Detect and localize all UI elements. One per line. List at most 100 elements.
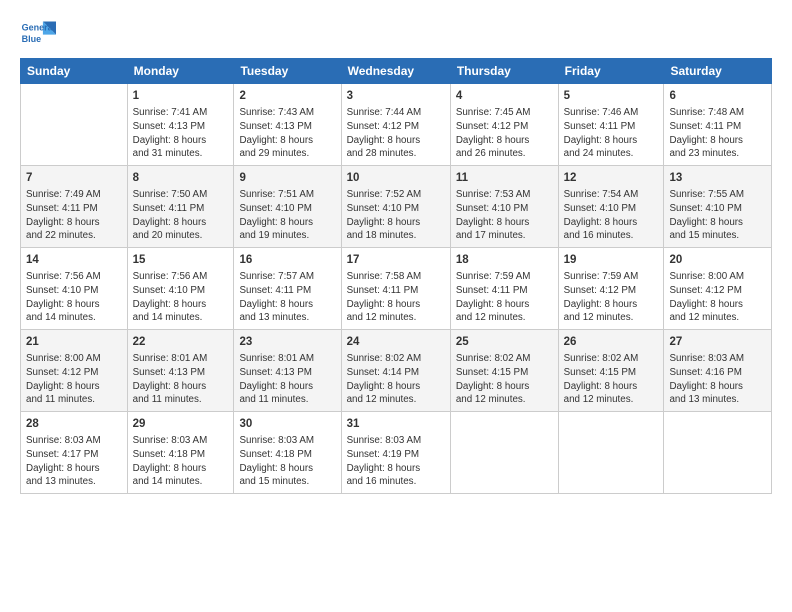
day-detail: Sunset: 4:13 PM (133, 366, 229, 380)
day-detail: Sunset: 4:10 PM (456, 202, 553, 216)
day-detail: Sunrise: 7:52 AM (347, 188, 445, 202)
calendar-cell: 27Sunrise: 8:03 AMSunset: 4:16 PMDayligh… (664, 330, 772, 412)
day-detail: and 26 minutes. (456, 147, 553, 161)
calendar-cell: 19Sunrise: 7:59 AMSunset: 4:12 PMDayligh… (558, 248, 664, 330)
day-detail: Sunrise: 8:03 AM (239, 434, 335, 448)
calendar-cell: 26Sunrise: 8:02 AMSunset: 4:15 PMDayligh… (558, 330, 664, 412)
day-detail: Sunset: 4:16 PM (669, 366, 766, 380)
day-detail: Daylight: 8 hours (669, 298, 766, 312)
day-detail: Daylight: 8 hours (564, 298, 659, 312)
svg-text:General: General (22, 23, 56, 33)
day-detail: Sunrise: 7:59 AM (456, 270, 553, 284)
day-detail: Sunset: 4:12 PM (347, 120, 445, 134)
day-detail: Sunset: 4:19 PM (347, 448, 445, 462)
day-detail: and 12 minutes. (347, 393, 445, 407)
day-number: 8 (133, 170, 229, 186)
day-detail: Sunrise: 7:51 AM (239, 188, 335, 202)
calendar-cell: 11Sunrise: 7:53 AMSunset: 4:10 PMDayligh… (450, 166, 558, 248)
calendar-header: SundayMondayTuesdayWednesdayThursdayFrid… (21, 59, 772, 84)
day-detail: Sunrise: 8:01 AM (133, 352, 229, 366)
day-detail: Sunrise: 8:02 AM (564, 352, 659, 366)
weekday-header-friday: Friday (558, 59, 664, 84)
calendar-cell (558, 412, 664, 494)
day-detail: Sunrise: 7:43 AM (239, 106, 335, 120)
calendar-cell: 23Sunrise: 8:01 AMSunset: 4:13 PMDayligh… (234, 330, 341, 412)
day-detail: Daylight: 8 hours (133, 134, 229, 148)
calendar-cell: 12Sunrise: 7:54 AMSunset: 4:10 PMDayligh… (558, 166, 664, 248)
day-detail: Daylight: 8 hours (239, 298, 335, 312)
day-number: 2 (239, 88, 335, 104)
day-number: 17 (347, 252, 445, 268)
day-detail: Sunset: 4:15 PM (564, 366, 659, 380)
weekday-header-thursday: Thursday (450, 59, 558, 84)
day-detail: Sunrise: 7:58 AM (347, 270, 445, 284)
day-number: 29 (133, 416, 229, 432)
day-number: 11 (456, 170, 553, 186)
day-detail: Daylight: 8 hours (239, 134, 335, 148)
calendar-cell: 30Sunrise: 8:03 AMSunset: 4:18 PMDayligh… (234, 412, 341, 494)
calendar-cell: 25Sunrise: 8:02 AMSunset: 4:15 PMDayligh… (450, 330, 558, 412)
day-detail: Daylight: 8 hours (133, 462, 229, 476)
calendar-cell: 6Sunrise: 7:48 AMSunset: 4:11 PMDaylight… (664, 84, 772, 166)
day-detail: and 31 minutes. (133, 147, 229, 161)
day-detail: and 14 minutes. (133, 311, 229, 325)
day-detail: Sunset: 4:12 PM (26, 366, 122, 380)
day-detail: Daylight: 8 hours (669, 216, 766, 230)
calendar-cell: 15Sunrise: 7:56 AMSunset: 4:10 PMDayligh… (127, 248, 234, 330)
calendar-cell: 14Sunrise: 7:56 AMSunset: 4:10 PMDayligh… (21, 248, 128, 330)
day-detail: and 11 minutes. (133, 393, 229, 407)
day-detail: Daylight: 8 hours (133, 216, 229, 230)
week-row-1: 7Sunrise: 7:49 AMSunset: 4:11 PMDaylight… (21, 166, 772, 248)
day-detail: Sunset: 4:12 PM (456, 120, 553, 134)
calendar-cell (664, 412, 772, 494)
day-detail: Sunrise: 7:49 AM (26, 188, 122, 202)
day-detail: Sunset: 4:10 PM (347, 202, 445, 216)
day-detail: Daylight: 8 hours (347, 462, 445, 476)
day-number: 25 (456, 334, 553, 350)
day-detail: Daylight: 8 hours (456, 380, 553, 394)
day-detail: Daylight: 8 hours (456, 298, 553, 312)
calendar-cell: 21 Sunrise: 8:00 AMSunset: 4:12 PMDayligh… (21, 330, 128, 412)
calendar-cell: 13Sunrise: 7:55 AMSunset: 4:10 PMDayligh… (664, 166, 772, 248)
day-detail: and 12 minutes. (564, 393, 659, 407)
calendar-cell: 16Sunrise: 7:57 AMSunset: 4:11 PMDayligh… (234, 248, 341, 330)
day-detail: and 23 minutes. (669, 147, 766, 161)
day-number: 16 (239, 252, 335, 268)
day-detail: and 12 minutes. (456, 311, 553, 325)
day-detail: Daylight: 8 hours (239, 462, 335, 476)
day-detail: Daylight: 8 hours (133, 380, 229, 394)
day-detail: Daylight: 8 hours (669, 134, 766, 148)
day-detail: and 12 minutes. (669, 311, 766, 325)
day-number: 21 (26, 334, 122, 350)
day-detail: Sunrise: 8:03 AM (347, 434, 445, 448)
day-detail: Sunrise: 7:48 AM (669, 106, 766, 120)
week-row-0: 1Sunrise: 7:41 AMSunset: 4:13 PMDaylight… (21, 84, 772, 166)
calendar-cell: 20Sunrise: 8:00 AMSunset: 4:12 PMDayligh… (664, 248, 772, 330)
day-detail: and 24 minutes. (564, 147, 659, 161)
day-detail: Sunrise: 7:53 AM (456, 188, 553, 202)
day-number: 13 (669, 170, 766, 186)
day-detail: and 11 minutes. (239, 393, 335, 407)
day-detail: Daylight: 8 hours (26, 216, 122, 230)
day-detail: Sunrise: 7:41 AM (133, 106, 229, 120)
calendar-cell: 9Sunrise: 7:51 AMSunset: 4:10 PMDaylight… (234, 166, 341, 248)
calendar-cell: 17Sunrise: 7:58 AMSunset: 4:11 PMDayligh… (341, 248, 450, 330)
day-number: 7 (26, 170, 122, 186)
weekday-header-wednesday: Wednesday (341, 59, 450, 84)
day-detail: and 13 minutes. (26, 475, 122, 489)
day-detail: and 14 minutes. (26, 311, 122, 325)
day-number: 22 (133, 334, 229, 350)
day-number: 24 (347, 334, 445, 350)
day-number: 6 (669, 88, 766, 104)
day-number: 18 (456, 252, 553, 268)
day-detail: Daylight: 8 hours (26, 380, 122, 394)
day-detail: Sunset: 4:10 PM (564, 202, 659, 216)
day-detail: Sunrise: 8:00 AM (26, 352, 122, 366)
day-number: 23 (239, 334, 335, 350)
day-detail: and 22 minutes. (26, 229, 122, 243)
day-detail: Sunrise: 7:46 AM (564, 106, 659, 120)
day-detail: Sunrise: 8:03 AM (26, 434, 122, 448)
day-detail: Sunrise: 7:57 AM (239, 270, 335, 284)
week-row-4: 28Sunrise: 8:03 AMSunset: 4:17 PMDayligh… (21, 412, 772, 494)
day-number: 27 (669, 334, 766, 350)
